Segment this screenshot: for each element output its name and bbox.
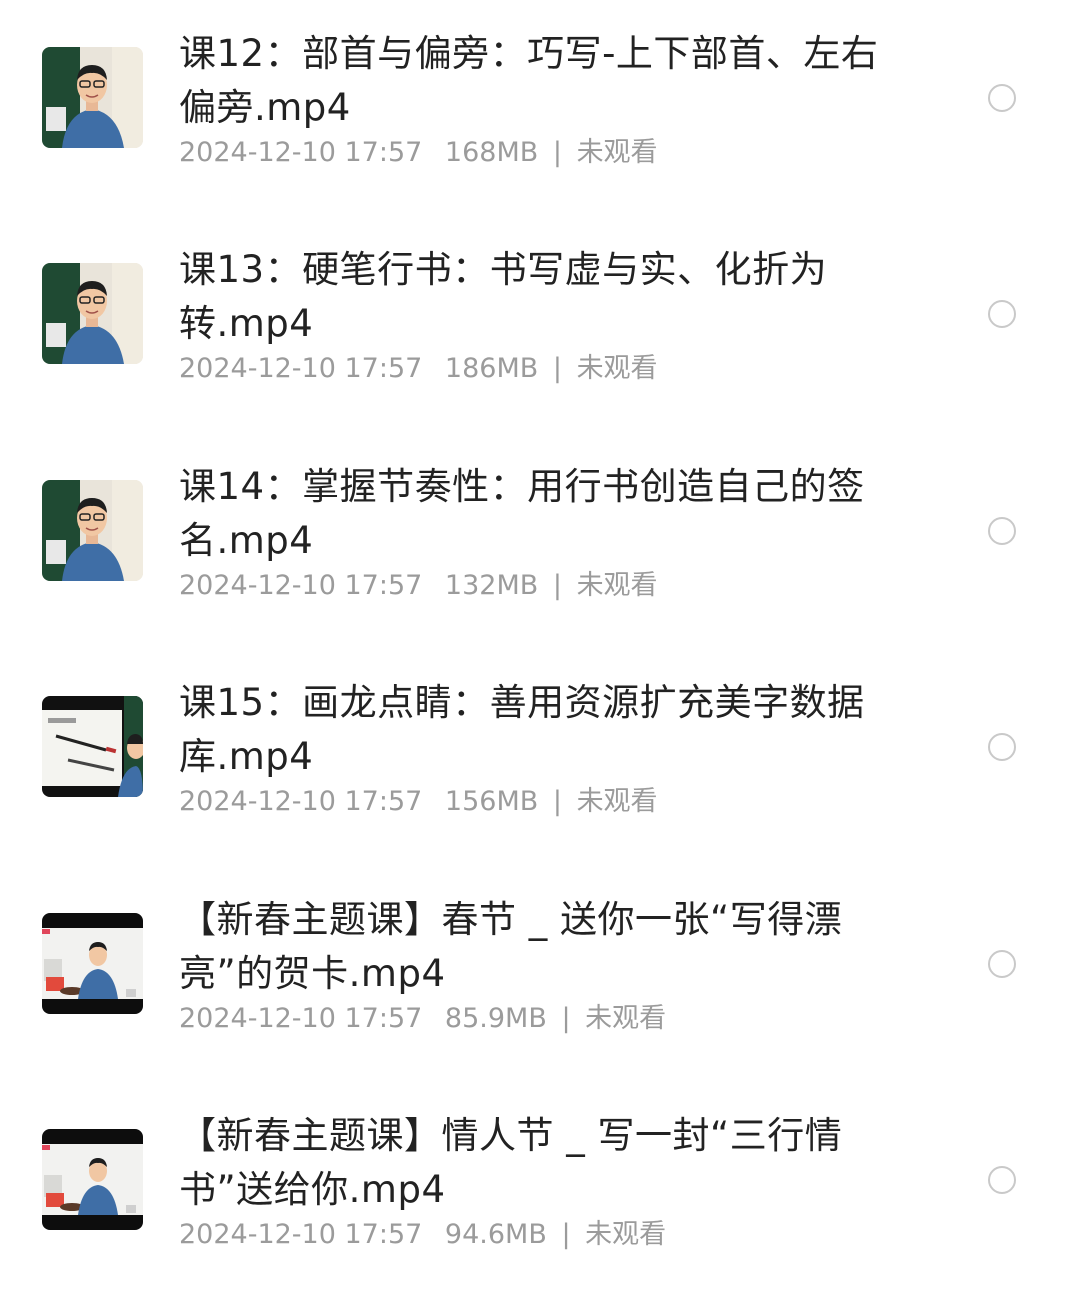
- video-thumbnail[interactable]: [42, 47, 143, 148]
- video-thumbnail[interactable]: [42, 1129, 143, 1230]
- file-list-item[interactable]: 课14：掌握节奏性：用行书创造自己的签名.mp4 2024-12-10 17:5…: [0, 433, 1080, 649]
- file-meta: 2024-12-10 17:57 85.9MB | 未观看: [179, 1003, 666, 1035]
- file-name[interactable]: 【新春主题课】情人节 _ 写一封“三行情书”送给你.mp4: [179, 1109, 879, 1217]
- file-list-item[interactable]: 课15：画龙点睛：善用资源扩充美字数据库.mp4 2024-12-10 17:5…: [0, 649, 1080, 865]
- file-list-item[interactable]: 课13：硬笔行书：书写虚与实、化折为转.mp4 2024-12-10 17:57…: [0, 216, 1080, 432]
- file-date: 2024-12-10 17:57: [179, 353, 423, 384]
- file-date: 2024-12-10 17:57: [179, 786, 423, 817]
- select-radio-button[interactable]: [988, 84, 1016, 112]
- file-size: 168MB: [444, 137, 539, 168]
- select-radio-button[interactable]: [988, 300, 1016, 328]
- file-list: 课12：部首与偏旁：巧写-上下部首、左右偏旁.mp4 2024-12-10 17…: [0, 0, 1080, 1279]
- file-list-item[interactable]: 【新春主题课】春节 _ 送你一张“写得漂亮”的贺卡.mp4 2024-12-10…: [0, 866, 1080, 1082]
- file-name[interactable]: 课12：部首与偏旁：巧写-上下部首、左右偏旁.mp4: [179, 27, 879, 135]
- file-name[interactable]: 课14：掌握节奏性：用行书创造自己的签名.mp4: [179, 460, 879, 568]
- file-size: 156MB: [444, 786, 539, 817]
- select-radio-button[interactable]: [988, 1166, 1016, 1194]
- file-name[interactable]: 课13：硬笔行书：书写虚与实、化折为转.mp4: [179, 243, 879, 351]
- file-date: 2024-12-10 17:57: [179, 1219, 423, 1250]
- video-thumbnail-image: [42, 47, 143, 148]
- video-thumbnail[interactable]: [42, 480, 143, 581]
- meta-separator: |: [552, 786, 562, 817]
- select-radio-button[interactable]: [988, 733, 1016, 761]
- video-thumbnail[interactable]: [42, 263, 143, 364]
- file-date: 2024-12-10 17:57: [179, 1003, 423, 1034]
- meta-separator: |: [552, 353, 562, 384]
- video-thumbnail-image: [42, 696, 143, 797]
- file-meta: 2024-12-10 17:57 186MB | 未观看: [179, 353, 658, 385]
- meta-separator: |: [561, 1219, 571, 1250]
- select-radio-button[interactable]: [988, 950, 1016, 978]
- file-name[interactable]: 课15：画龙点睛：善用资源扩充美字数据库.mp4: [179, 676, 879, 784]
- select-radio-button[interactable]: [988, 517, 1016, 545]
- watch-status: 未观看: [576, 570, 658, 601]
- file-date: 2024-12-10 17:57: [179, 570, 423, 601]
- video-thumbnail[interactable]: [42, 913, 143, 1014]
- video-thumbnail-image: [42, 480, 143, 581]
- file-size: 85.9MB: [444, 1003, 547, 1034]
- file-list-item[interactable]: 课12：部首与偏旁：巧写-上下部首、左右偏旁.mp4 2024-12-10 17…: [0, 0, 1080, 216]
- file-name[interactable]: 【新春主题课】春节 _ 送你一张“写得漂亮”的贺卡.mp4: [179, 893, 879, 1001]
- file-size: 186MB: [444, 353, 539, 384]
- watch-status: 未观看: [576, 137, 658, 168]
- file-meta: 2024-12-10 17:57 156MB | 未观看: [179, 786, 658, 818]
- file-meta: 2024-12-10 17:57 168MB | 未观看: [179, 137, 658, 169]
- file-date: 2024-12-10 17:57: [179, 137, 423, 168]
- watch-status: 未观看: [585, 1003, 667, 1034]
- file-size: 132MB: [444, 570, 539, 601]
- video-thumbnail-image: [42, 1129, 143, 1230]
- watch-status: 未观看: [585, 1219, 667, 1250]
- watch-status: 未观看: [576, 353, 658, 384]
- file-size: 94.6MB: [444, 1219, 547, 1250]
- video-thumbnail-image: [42, 263, 143, 364]
- file-meta: 2024-12-10 17:57 132MB | 未观看: [179, 570, 658, 602]
- meta-separator: |: [561, 1003, 571, 1034]
- meta-separator: |: [552, 137, 562, 168]
- video-thumbnail[interactable]: [42, 696, 143, 797]
- watch-status: 未观看: [576, 786, 658, 817]
- file-list-item[interactable]: 【新春主题课】情人节 _ 写一封“三行情书”送给你.mp4 2024-12-10…: [0, 1082, 1080, 1298]
- meta-separator: |: [552, 570, 562, 601]
- file-meta: 2024-12-10 17:57 94.6MB | 未观看: [179, 1219, 666, 1251]
- video-thumbnail-image: [42, 913, 143, 1014]
